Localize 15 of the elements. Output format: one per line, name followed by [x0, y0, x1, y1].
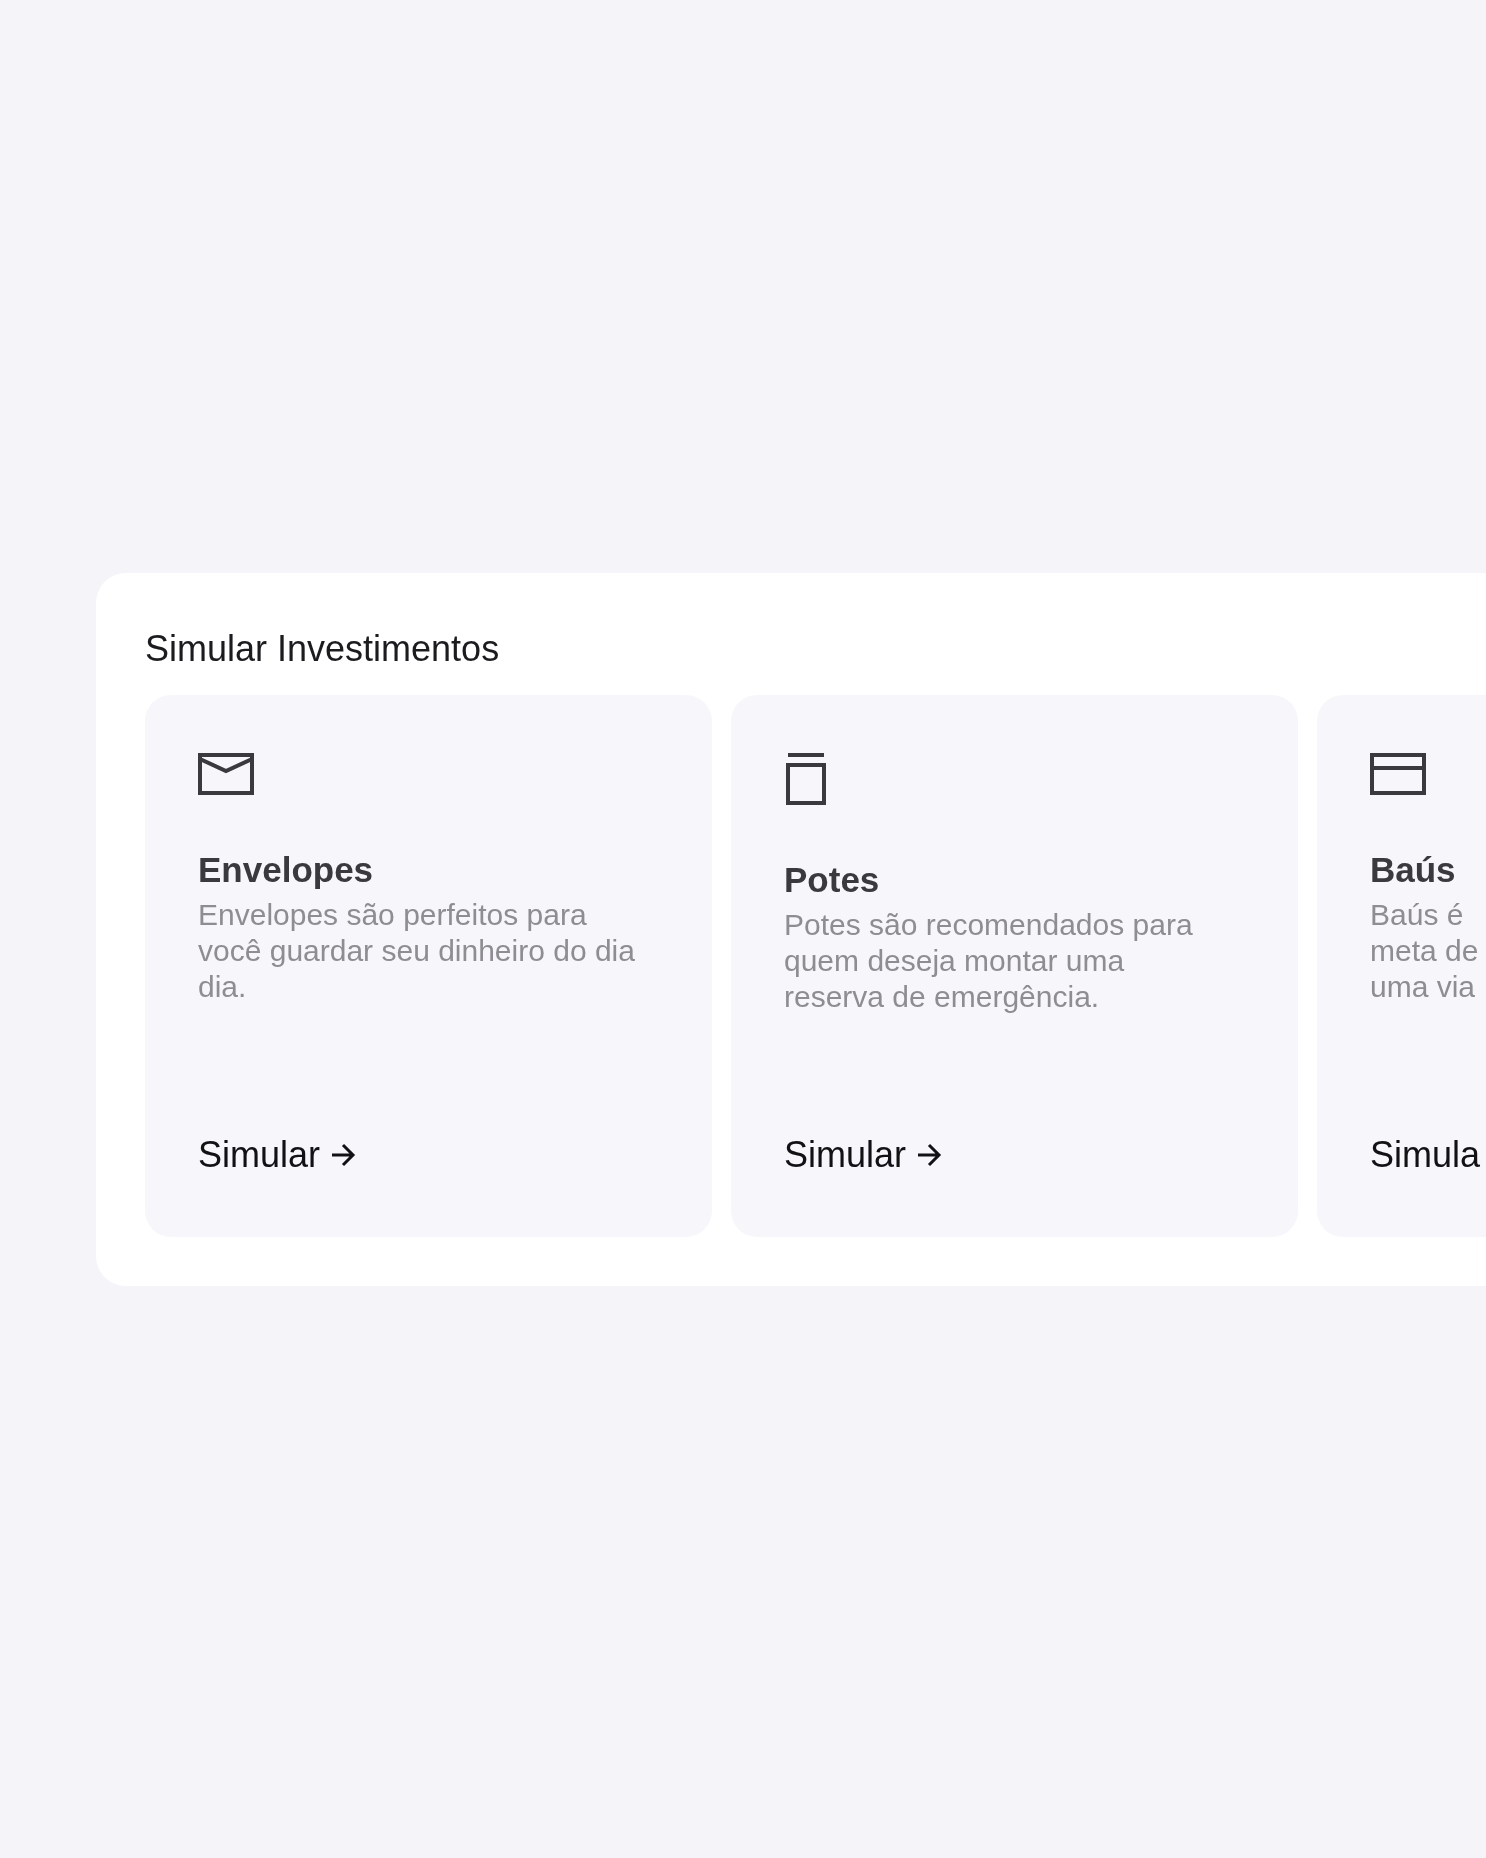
- simulate-link[interactable]: Simular: [198, 1135, 357, 1175]
- arrow-right-icon: [916, 1143, 943, 1167]
- card-title: Envelopes: [198, 849, 375, 891]
- card-description: Potes são recomendados para quem deseja montar uma reserva de emergência.: [784, 907, 1194, 1015]
- simulate-link[interactable]: Simular: [784, 1135, 943, 1175]
- card-description: Baús é meta de uma via: [1370, 897, 1480, 1005]
- arrow-right-icon: [330, 1143, 357, 1167]
- envelope-icon: [198, 753, 254, 795]
- simulate-link[interactable]: Simula: [1370, 1135, 1481, 1175]
- chest-icon: [1370, 753, 1426, 795]
- jar-icon: [784, 753, 828, 805]
- section-title: Simular Investimentos: [145, 629, 501, 669]
- card-description: Envelopes são perfeitos para você guardar seu dinheiro do dia dia.: [198, 897, 636, 1005]
- card-title: Baús: [1370, 849, 1457, 891]
- card-title: Potes: [784, 859, 881, 901]
